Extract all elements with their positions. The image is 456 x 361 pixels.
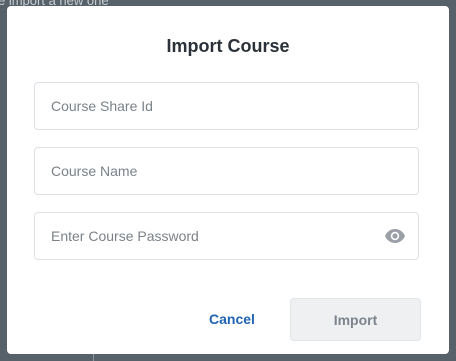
cancel-button[interactable]: Cancel xyxy=(192,299,272,339)
eye-icon[interactable] xyxy=(384,226,406,246)
course-password-field xyxy=(34,212,419,260)
course-name-input[interactable] xyxy=(51,148,381,194)
course-password-input[interactable] xyxy=(51,213,381,259)
course-name-field xyxy=(34,147,419,195)
import-course-dialog: Import Course Cancel Import xyxy=(7,6,449,354)
dialog-title: Import Course xyxy=(166,36,290,56)
course-share-id-field xyxy=(34,82,419,130)
course-share-id-input[interactable] xyxy=(51,83,381,129)
import-button[interactable]: Import xyxy=(290,298,421,341)
